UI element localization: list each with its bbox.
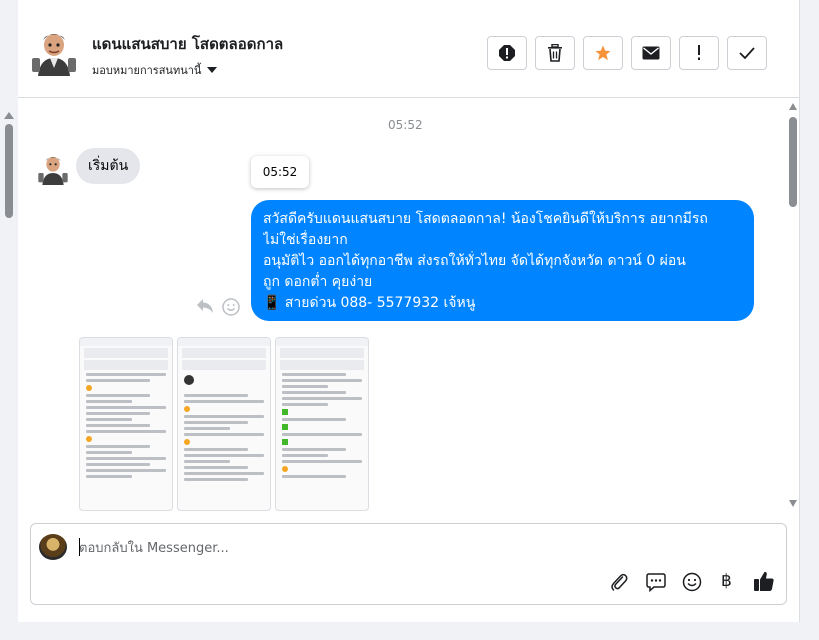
incoming-message[interactable]: เริ่มต้น <box>76 148 141 184</box>
outer-scrollbar[interactable] <box>0 100 18 640</box>
attachment-gallery <box>79 337 369 511</box>
contact-name[interactable]: แดนแสนสบาย โสดตลอดกาล <box>92 32 283 56</box>
attachment-image-1[interactable] <box>79 337 173 511</box>
attachment-image-3[interactable] <box>275 337 369 511</box>
scroll-thumb[interactable] <box>5 124 13 218</box>
reply-input[interactable] <box>79 538 679 558</box>
message-thread[interactable]: 05:52 เริ่มต้น 05:52 สวัสดีครับแดนแสนสบา… <box>18 99 800 511</box>
page-avatar <box>39 534 67 560</box>
sender-avatar <box>38 157 68 185</box>
time-tooltip: 05:52 <box>251 156 309 188</box>
reply-composer: ฿ <box>30 523 787 605</box>
thread-timestamp: 05:52 <box>388 118 423 132</box>
mark-done-button[interactable] <box>727 36 767 70</box>
follow-up-button[interactable] <box>679 36 719 70</box>
attach-icon[interactable] <box>609 572 629 592</box>
outgoing-message[interactable]: สวัสดีครับแดนแสนสบาย โสดตลอดกาล! น้องโชค… <box>251 200 754 321</box>
conversation-header: แดนแสนสบาย โสดตลอดกาล มอบหมายการสนทนานี้ <box>18 0 800 98</box>
contact-avatar[interactable] <box>32 28 76 76</box>
exclamation-icon <box>698 45 700 60</box>
outgoing-line: ไม่ใช่เรื่องยาก <box>263 232 348 248</box>
assign-label: มอบหมายการสนทนานี้ <box>92 64 202 77</box>
star-icon <box>595 45 611 61</box>
reply-icon[interactable] <box>196 298 214 314</box>
emoji-icon[interactable] <box>682 572 702 592</box>
saved-replies-icon[interactable] <box>646 572 666 592</box>
thread-scroll-down-icon[interactable] <box>789 500 797 507</box>
caret-down-icon <box>207 67 218 73</box>
alert-octagon-icon <box>499 45 515 61</box>
thread-scroll-up-icon[interactable] <box>789 103 797 110</box>
text-caret <box>79 538 80 556</box>
thread-scrollbar[interactable] <box>786 99 800 511</box>
bottom-edge <box>0 622 819 640</box>
scroll-up-arrow-icon[interactable] <box>4 112 14 119</box>
envelope-icon <box>642 46 660 60</box>
assign-conversation-dropdown[interactable]: มอบหมายการสนทนานี้ <box>92 61 218 79</box>
check-icon <box>739 47 755 59</box>
mark-unread-button[interactable] <box>631 36 671 70</box>
trash-icon <box>548 44 562 62</box>
payment-baht-icon[interactable]: ฿ <box>721 571 732 591</box>
attachment-image-2[interactable] <box>177 337 271 511</box>
delete-button[interactable] <box>535 36 575 70</box>
right-gutter <box>800 0 819 640</box>
report-spam-button[interactable] <box>487 36 527 70</box>
thread-scroll-thumb[interactable] <box>789 117 797 207</box>
outgoing-line: สวัสดีครับแดนแสนสบาย โสดตลอดกาล! น้องโชค… <box>263 211 708 227</box>
star-button[interactable] <box>583 36 623 70</box>
like-icon[interactable] <box>753 570 775 592</box>
outgoing-line: 📱 สายด่วน 088- 5577932 เจ้หนู <box>263 295 476 311</box>
react-emoji-icon[interactable] <box>222 298 240 316</box>
conversation-panel: แดนแสนสบาย โสดตลอดกาล มอบหมายการสนทนานี้ <box>18 0 800 622</box>
outgoing-line: อนุมัติไว ออกได้ทุกอาชีพ ส่งรถให้ทั่วไทย… <box>263 253 686 269</box>
outgoing-line: ถูก ดอกต่ำ คุยง่าย <box>263 274 373 290</box>
